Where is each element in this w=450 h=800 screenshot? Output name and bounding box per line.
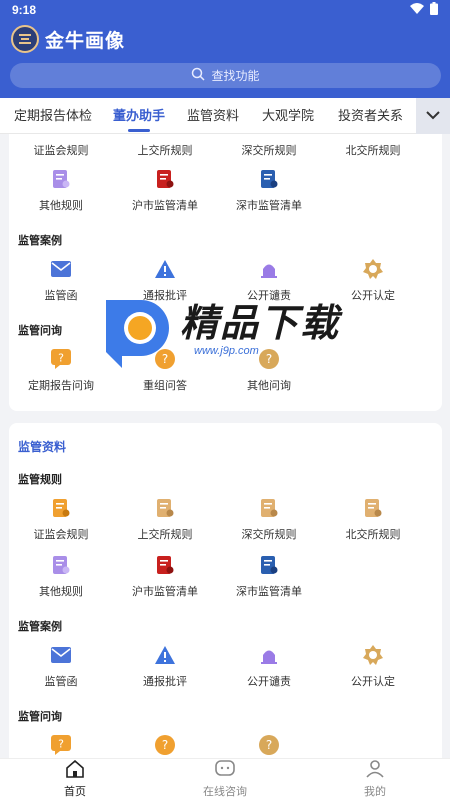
alarm-icon [258,644,280,666]
orange-doc-icon [154,497,176,519]
grid-item-sh-list[interactable]: 沪市监管清单 [113,554,217,599]
grid-item-restructure-qa[interactable]: ? [113,734,217,756]
section-title-inquiries: 监管问询 [18,711,62,723]
purple-doc-icon [50,168,72,190]
status-bar: 9:18 [0,0,450,20]
grid-item-recognition[interactable]: 公开认定 [321,258,425,303]
blue-list-icon [258,168,280,190]
svg-text:?: ? [266,352,272,366]
question-circle-icon: ? [258,734,280,756]
wifi-icon [410,3,424,17]
grid-item-condemn[interactable]: 公开谴责 [217,258,321,303]
svg-text:?: ? [58,352,64,365]
grid-item-other-inquiry[interactable]: ? 其他问询 [217,348,321,393]
grid-item[interactable]: 上交所规则 [113,142,217,158]
blue-list-icon [258,554,280,576]
card-regulatory-materials: 监管资料 监管规则 证监会规则 上交所规则 深交所规则 北交所规则 其他规则 沪… [9,423,442,758]
grid-item-recognition[interactable]: 公开认定 [321,644,425,689]
alarm-icon [258,258,280,280]
red-list-icon [154,168,176,190]
chat-bubble-icon [215,760,235,783]
search-bar[interactable]: 查找功能 [10,63,441,88]
grid-item-sh-list[interactable]: 沪市监管清单 [113,168,217,213]
grid-item-szse-rules[interactable]: 深交所规则 [217,497,321,542]
tab-bar: 定期报告体检 董办助手 监管资料 大观学院 投资者关系 [0,98,450,134]
card-title: 监管资料 [18,440,67,454]
grid-item-sz-list[interactable]: 深市监管清单 [217,554,321,599]
status-time: 9:18 [12,3,37,17]
app-name: 金牛画像 [45,30,126,52]
grid-item-other-rules[interactable]: 其他规则 [9,168,113,213]
section-title-rules: 监管规则 [18,474,62,486]
nav-consult[interactable]: 在线咨询 [150,759,300,800]
grid-item-bse-rules[interactable]: 北交所规则 [321,497,425,542]
nav-home[interactable]: 首页 [0,759,150,800]
orange-doc-icon [50,497,72,519]
grid-item-letter[interactable]: 监管函 [9,644,113,689]
purple-doc-icon [50,554,72,576]
orange-doc-icon [362,497,384,519]
grid-item-sz-list[interactable]: 深市监管清单 [217,168,321,213]
orange-doc-icon [258,497,280,519]
question-circle-icon: ? [154,734,176,756]
user-icon [365,760,385,783]
badge-icon [362,644,384,666]
search-icon [191,67,206,84]
question-chat-icon: ? [50,734,72,756]
grid-item[interactable]: 北交所规则 [321,142,425,158]
nav-consult-label: 在线咨询 [203,786,247,798]
svg-text:?: ? [162,738,168,752]
section-title-cases: 监管案例 [18,621,62,633]
question-chat-icon: ? [50,348,72,370]
red-list-icon [154,554,176,576]
card-board-assistant: 证监会规则 上交所规则 深交所规则 北交所规则 其他规则 沪市监管清单 深市监管… [9,134,442,411]
app-logo-icon [11,25,39,53]
tab-investor-relations[interactable]: 投资者关系 [338,98,403,134]
envelope-icon [50,258,72,280]
tab-regulatory-materials[interactable]: 监管资料 [187,98,239,134]
tab-expand-button[interactable] [416,98,450,134]
grid-item-restructure-qa[interactable]: ? 重组问答 [113,348,217,393]
grid-item-sse-rules[interactable]: 上交所规则 [113,497,217,542]
envelope-icon [50,644,72,666]
grid-item-other-rules[interactable]: 其他规则 [9,554,113,599]
question-circle-icon: ? [258,348,280,370]
home-icon [65,759,85,783]
main-content: 证监会规则 上交所规则 深交所规则 北交所规则 其他规则 沪市监管清单 深市监管… [0,134,450,758]
section-title-cases: 监管案例 [18,235,62,247]
nav-profile[interactable]: 我的 [300,759,450,800]
nav-home-label: 首页 [64,786,86,798]
grid-item-periodic-inquiry[interactable]: ? 定期报告问询 [9,348,113,393]
svg-text:?: ? [58,738,64,751]
grid-item-criticism[interactable]: 通报批评 [113,258,217,303]
grid-item-other-inquiry[interactable]: ? [217,734,321,756]
grid-item-csrc-rules[interactable]: 证监会规则 [9,497,113,542]
battery-icon [430,2,438,18]
warning-icon [154,258,176,280]
warning-icon [154,644,176,666]
grid-item[interactable]: 深交所规则 [217,142,321,158]
chevron-down-icon [426,107,440,125]
question-circle-icon: ? [154,348,176,370]
tab-board-assistant[interactable]: 董办助手 [113,98,165,134]
svg-text:?: ? [162,352,168,366]
badge-icon [362,258,384,280]
tab-periodic-report[interactable]: 定期报告体检 [14,98,92,134]
grid-item-condemn[interactable]: 公开谴责 [217,644,321,689]
grid-item-letter[interactable]: 监管函 [9,258,113,303]
svg-text:?: ? [266,738,272,752]
search-placeholder: 查找功能 [211,69,260,83]
section-title-inquiries: 监管问询 [18,325,62,337]
grid-item-periodic-inquiry[interactable]: ? [9,734,113,756]
grid-item-criticism[interactable]: 通报批评 [113,644,217,689]
grid-item[interactable]: 证监会规则 [9,142,113,158]
nav-profile-label: 我的 [364,786,386,798]
bottom-nav: 首页 在线咨询 我的 [0,758,450,800]
app-header: 9:18 金牛画像 查找功能 [0,0,450,98]
tab-daguan-academy[interactable]: 大观学院 [262,98,314,134]
